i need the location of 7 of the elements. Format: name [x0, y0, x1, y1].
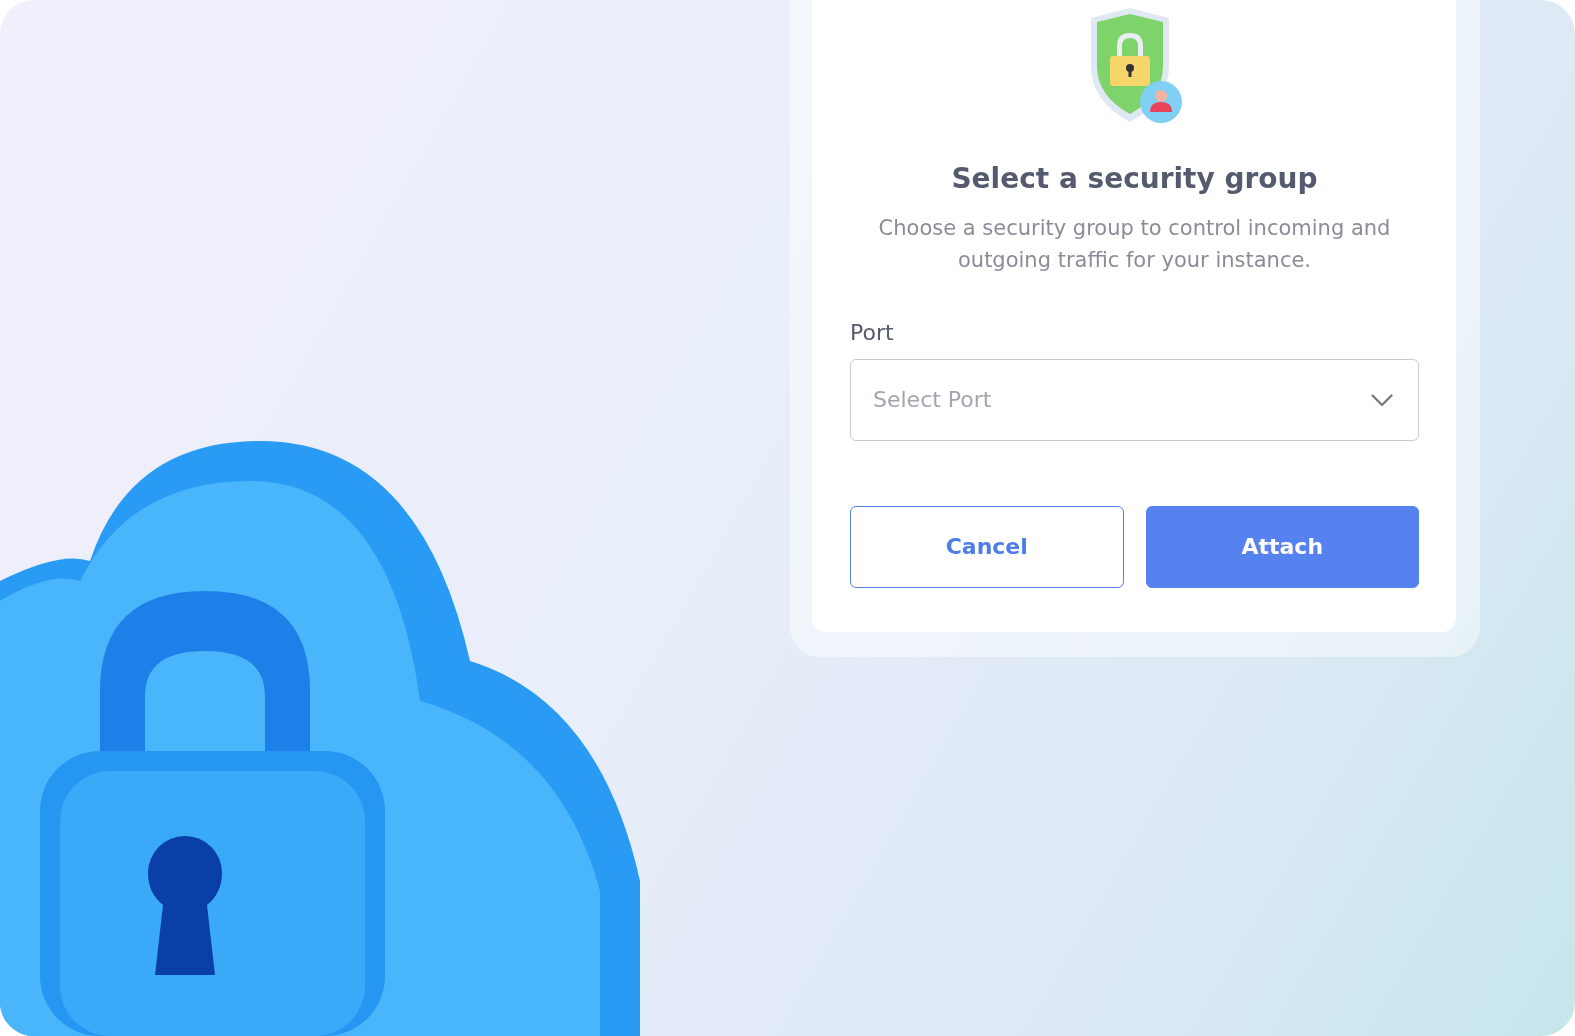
- attach-button[interactable]: Attach: [1145, 505, 1419, 588]
- port-select[interactable]: Select Port: [850, 358, 1419, 441]
- dialog-description: Choose a security group to control incoming and outgoing traffic for your instance.: [877, 214, 1392, 274]
- chevron-down-icon: [1371, 393, 1393, 407]
- dialog-title: Select a security group: [950, 162, 1319, 196]
- field-label: Port: [850, 318, 895, 347]
- cancel-button[interactable]: Cancel: [850, 505, 1124, 588]
